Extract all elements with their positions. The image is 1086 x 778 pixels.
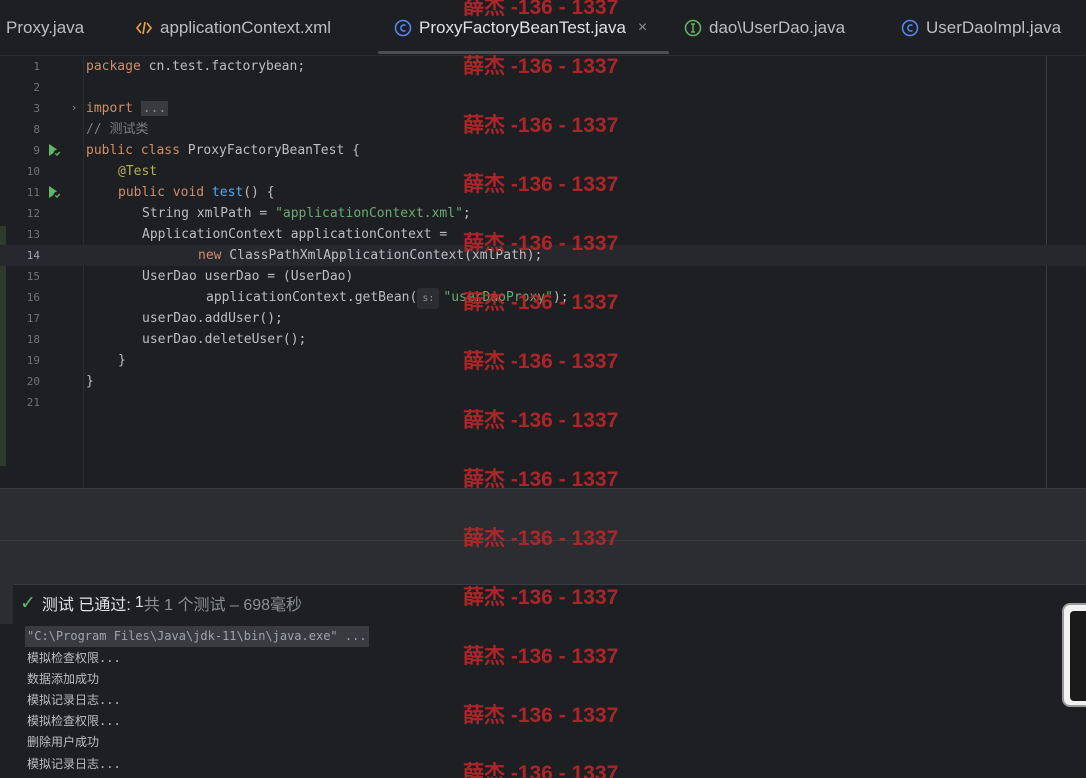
active-tab-indicator <box>378 51 669 54</box>
code-line: 1 package cn.test.factorybean; <box>0 56 1086 77</box>
test-status: ✓ 测试 已通过: 1 共 1 个测试 – 698毫秒 <box>20 585 302 621</box>
console-line: 删除用户成功 <box>27 735 100 749</box>
code-line: 15 UserDao userDao = (UserDao) <box>0 266 1086 287</box>
code-line: 13 ApplicationContext applicationContext… <box>0 224 1086 245</box>
chevron-right-icon[interactable]: › <box>72 101 76 114</box>
tab-label: Proxy.java <box>6 18 85 37</box>
line-number: 15 <box>26 270 40 283</box>
check-icon: ✓ <box>20 592 36 614</box>
code-line: 10 @Test <box>0 161 1086 182</box>
tool-window-strip <box>0 540 1086 584</box>
console-line: 数据添加成功 <box>27 672 100 686</box>
tab-proxy-java[interactable]: Proxy.java <box>6 0 84 56</box>
line-number: 1 <box>33 60 40 73</box>
test-passed-count: 1 <box>134 594 144 611</box>
test-passed-label: 测试 已通过: <box>41 597 131 614</box>
line-number: 16 <box>26 291 40 304</box>
test-run-header: ✓ 测试 已通过: 1 共 1 个测试 – 698毫秒 <box>0 584 1086 624</box>
code-line: 17 userDao.addUser(); <box>0 308 1086 329</box>
line-number: 2 <box>33 81 40 94</box>
code-line: 20 } <box>0 371 1086 392</box>
code-line: 16 applicationContext.getBean(s: "userDao… <box>0 287 1086 309</box>
code-line: 2 <box>0 77 1086 98</box>
line-number: 12 <box>26 207 40 220</box>
tool-window-strip <box>0 488 1086 540</box>
code-line: 11 public void test() { <box>0 182 1086 203</box>
tab-label: ProxyFactoryBeanTest.java <box>419 18 626 37</box>
line-number: 13 <box>26 228 40 241</box>
code-editor[interactable]: 1 package cn.test.factorybean; 2 3 › imp… <box>0 56 1086 488</box>
code-line: 18 userDao.deleteUser(); <box>0 329 1086 350</box>
line-number: 9 <box>33 144 40 157</box>
run-test-icon[interactable] <box>46 184 62 200</box>
console-line: 模拟检查权限... <box>27 651 121 665</box>
folded-imports[interactable]: ... <box>140 101 169 116</box>
code-line: 21 <box>0 392 1086 413</box>
java-class-icon <box>394 19 412 37</box>
test-summary: 共 1 个测试 – 698毫秒 <box>143 597 303 614</box>
code-line: 19 } <box>0 350 1086 371</box>
line-number: 8 <box>33 123 40 136</box>
tab-proxy-factory-bean-test[interactable]: ProxyFactoryBeanTest.java × <box>394 0 647 56</box>
editor-tab-bar: Proxy.java applicationContext.xml ProxyF… <box>0 0 1086 56</box>
tab-label: dao\UserDao.java <box>709 18 846 37</box>
xml-file-icon <box>135 19 153 37</box>
floating-widget[interactable] <box>1062 603 1086 707</box>
run-test-icon[interactable] <box>46 142 62 158</box>
console-line: 模拟检查权限... <box>27 714 121 728</box>
line-number: 14 <box>26 249 40 262</box>
java-class-icon <box>901 19 919 37</box>
code-line: 8 // 测试类 <box>0 119 1086 140</box>
tab-user-dao[interactable]: dao\UserDao.java <box>684 0 845 56</box>
line-number: 18 <box>26 333 40 346</box>
close-icon[interactable]: × <box>638 19 647 37</box>
parameter-hint: s: <box>417 288 440 309</box>
line-number: 17 <box>26 312 40 325</box>
console-line: 模拟记录日志... <box>27 757 121 771</box>
line-number: 10 <box>26 165 40 178</box>
line-number: 20 <box>26 375 40 388</box>
tab-application-context-xml[interactable]: applicationContext.xml <box>135 0 331 56</box>
tab-user-dao-impl[interactable]: UserDaoImpl.java <box>901 0 1061 56</box>
run-console[interactable]: "C:\Program Files\Java\jdk-11\bin\java.e… <box>0 624 1086 778</box>
code-line: 9 public class ProxyFactoryBeanTest { <box>0 140 1086 161</box>
code-line: 3 › import ... <box>0 98 1086 119</box>
console-command-line[interactable]: "C:\Program Files\Java\jdk-11\bin\java.e… <box>25 626 369 647</box>
console-line: 模拟记录日志... <box>27 693 121 707</box>
tab-label: applicationContext.xml <box>160 18 332 37</box>
code-line: 12 String xmlPath = "applicationContext.… <box>0 203 1086 224</box>
line-number: 11 <box>26 186 40 199</box>
java-interface-icon <box>684 19 702 37</box>
line-number: 19 <box>26 354 40 367</box>
line-number: 3 <box>33 102 40 115</box>
line-number: 21 <box>26 396 40 409</box>
current-code-line: 14 new ClassPathXmlApplicationContext(xm… <box>0 245 1086 266</box>
tab-label: UserDaoImpl.java <box>926 18 1062 37</box>
